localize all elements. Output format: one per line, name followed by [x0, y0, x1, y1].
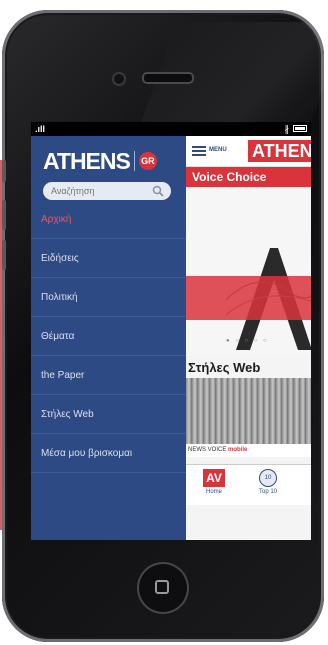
menu-item-inside-me[interactable]: Μέσα μου βρισκομαι: [31, 434, 186, 473]
tab-home-label: Home: [205, 489, 222, 495]
content-header: MENU ATHENS: [186, 136, 311, 167]
header-logo: ATHENS: [248, 140, 311, 162]
menu-item-the-paper[interactable]: the Paper: [31, 356, 186, 395]
hamburger-menu-icon[interactable]: [192, 146, 206, 156]
menu-button-label[interactable]: MENU: [209, 147, 227, 153]
search-box[interactable]: [43, 182, 171, 200]
search-input[interactable]: [51, 184, 149, 198]
menu-item-web-columns[interactable]: Στήλες Web: [31, 395, 186, 434]
home-button[interactable]: [137, 562, 189, 614]
news-voice-strip: NEWS VOICE mobile: [186, 444, 311, 457]
logo-text: ATHENS: [43, 147, 131, 174]
section-title: Στήλες Web: [188, 360, 261, 375]
search-icon[interactable]: [152, 185, 164, 197]
phone-screen: .ıll ∦ ATHENS GR Αρχική Ειδήσεις Πολιτικ…: [31, 122, 311, 540]
menu-item-politics[interactable]: Πολιτική: [31, 278, 186, 317]
menu-item-news[interactable]: Ειδήσεις: [31, 239, 186, 278]
logo-divider: [133, 151, 135, 171]
home-tab-icon: AV: [203, 469, 225, 487]
volume-down-button: [2, 240, 6, 270]
front-camera-icon: [112, 72, 126, 86]
tab-top-10[interactable]: 10 Top 10: [248, 469, 288, 503]
main-content-preview: MENU ATHENS Voice Choice ● ○ ○ ○ ○ Στήλε…: [186, 136, 311, 540]
news-voice-label: NEWS VOICE: [188, 447, 227, 453]
logo-badge-icon: GR: [138, 152, 157, 170]
bluetooth-icon: ∦: [284, 124, 290, 134]
side-menu: ATHENS GR Αρχική Ειδήσεις Πολιτική Θέματ…: [31, 136, 186, 540]
carousel-dots[interactable]: ● ○ ○ ○ ○: [226, 338, 269, 344]
hero-image[interactable]: ● ○ ○ ○ ○: [186, 188, 311, 356]
menu-item-home[interactable]: Αρχική: [31, 200, 186, 239]
news-voice-mobile-label: mobile: [228, 447, 248, 453]
tab-home[interactable]: AV Home: [194, 469, 234, 503]
tab-top-10-label: Top 10: [258, 489, 277, 495]
volume-up-button: [2, 200, 6, 230]
mute-switch: [2, 160, 6, 182]
top-10-tab-icon: 10: [259, 469, 277, 487]
status-bar: .ıll ∦: [31, 122, 311, 136]
news-voice-image[interactable]: [186, 378, 311, 444]
signal-strength-icon: .ıll: [35, 124, 46, 134]
bottom-tab-bar: AV Home 10 Top 10: [186, 464, 311, 505]
battery-icon: [293, 125, 307, 132]
voice-choice-banner[interactable]: Voice Choice: [186, 167, 311, 187]
earpiece-speaker: [142, 72, 194, 84]
menu-item-topics[interactable]: Θέματα: [31, 317, 186, 356]
home-button-square-icon: [155, 580, 169, 594]
app-logo: ATHENS GR: [43, 146, 157, 176]
hero-caption-overlay: [186, 276, 311, 320]
